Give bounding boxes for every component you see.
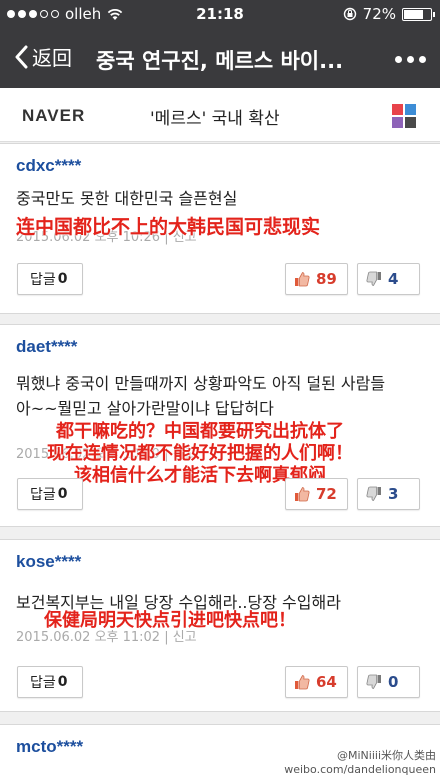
reply-count: 0 <box>57 271 68 287</box>
watermark-handle: @MiNiiii米你人类由 <box>337 749 436 762</box>
back-label: 返回 <box>32 46 72 70</box>
thumbs-down-icon <box>366 674 381 689</box>
overlay-line: 保健局明天快点引进吧快点吧！ <box>44 610 296 631</box>
comment-username[interactable]: kose**** <box>16 552 81 572</box>
comment-card: daet**** 뭐했냐 중국이 만들때까지 상황파악도 아직 덜된 사람들 아… <box>0 324 440 527</box>
reply-button[interactable]: 답글 0 <box>17 263 83 295</box>
watermark-url: weibo.com/dandelionqueen <box>284 763 436 776</box>
dislike-count: 3 <box>388 485 399 503</box>
comment-line: 아~~뭘믿고 살아가란말이냐 답답허다 <box>16 399 274 418</box>
overlay-line: 连中国都比不上的大韩民国可悲现实 <box>16 216 321 238</box>
like-count: 72 <box>316 485 337 503</box>
section-title: '메르스' 국내 확산 <box>150 109 280 129</box>
comment-line: 뭐했냐 중국이 만들때까지 상황파악도 아직 덜된 사람들 <box>16 374 386 393</box>
weibo-watermark: @MiNiiii米你人类由 weibo.com/dandelionqueen <box>284 749 436 777</box>
chevron-left-icon <box>15 45 28 68</box>
overlay-line: 都干嘛吃的？中国都要研究出抗体了 <box>56 421 344 442</box>
thumbs-up-icon <box>295 487 310 502</box>
like-count: 64 <box>316 673 337 691</box>
top-bar: olleh 21:18 72% 返回 중국 연구진, 메르스 바이... <box>0 0 440 88</box>
reply-count: 0 <box>57 486 68 502</box>
rotation-lock-icon <box>343 7 356 21</box>
reply-button[interactable]: 답글 0 <box>17 666 83 698</box>
dislike-button[interactable]: 3 <box>357 478 420 510</box>
naver-header: NAVER '메르스' 국내 확산 <box>0 88 440 142</box>
like-button[interactable]: 72 <box>285 478 348 510</box>
reply-button[interactable]: 답글 0 <box>17 478 83 510</box>
nav-bar: 返回 중국 연구진, 메르스 바이... <box>0 28 440 88</box>
reply-label: 답글 <box>30 487 56 503</box>
reply-label: 답글 <box>30 675 56 691</box>
battery-icon <box>402 7 435 21</box>
like-count: 89 <box>316 270 337 288</box>
back-button[interactable]: 返回 <box>14 42 72 71</box>
dislike-count: 0 <box>388 673 399 691</box>
app-grid-icon[interactable] <box>392 104 416 128</box>
dislike-button[interactable]: 4 <box>357 263 420 295</box>
dislike-button[interactable]: 0 <box>357 666 420 698</box>
naver-logo[interactable]: NAVER <box>22 106 85 126</box>
dislike-count: 4 <box>388 270 399 288</box>
comment-line: 중국만도 못한 대한민국 슬픈현실 <box>16 189 238 208</box>
reply-label: 답글 <box>30 272 56 288</box>
comment-username[interactable]: daet**** <box>16 337 77 357</box>
thumbs-down-icon <box>366 271 381 286</box>
more-options-icon[interactable] <box>395 56 426 63</box>
comment-card: kose**** 보건복지부는 내일 당장 수입해라..당장 수입해라 2015… <box>0 539 440 712</box>
like-button[interactable]: 89 <box>285 263 348 295</box>
reply-count: 0 <box>57 674 68 690</box>
battery-percent: 72% <box>362 5 396 23</box>
comment-username[interactable]: mcto**** <box>16 737 83 757</box>
comment-card: cdxc**** 중국만도 못한 대한민국 슬픈현실 2015.06.02 오후… <box>0 143 440 314</box>
status-bar: olleh 21:18 72% <box>0 0 440 28</box>
thumbs-down-icon <box>366 486 381 501</box>
comment-text: 중국만도 못한 대한민국 슬픈현실 <box>16 186 436 211</box>
comment-text: 뭐했냐 중국이 만들때까지 상황파악도 아직 덜된 사람들 아~~뭘믿고 살아가… <box>16 371 436 421</box>
like-button[interactable]: 64 <box>285 666 348 698</box>
thumbs-up-icon <box>295 272 310 287</box>
page-title: 중국 연구진, 메르스 바이... <box>96 49 344 73</box>
overlay-line: 现在连情况都不能好好把握的人们啊！ <box>47 443 353 464</box>
translation-overlay: 保健局明天快点引进吧快点吧！ <box>44 610 296 632</box>
comment-username[interactable]: cdxc**** <box>16 156 81 176</box>
thumbs-up-icon <box>295 675 310 690</box>
translation-overlay: 连中国都比不上的大韩民国可悲现实 <box>16 216 320 238</box>
